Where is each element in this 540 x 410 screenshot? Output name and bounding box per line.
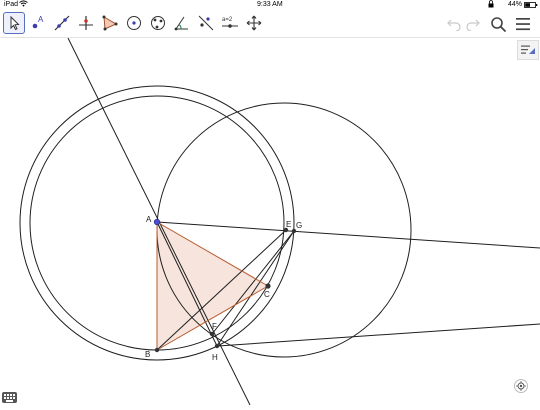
wifi-icon: [19, 0, 28, 9]
style-bar-icon: [521, 45, 535, 54]
lock-rotation-icon: [488, 0, 494, 10]
line-through-a-e[interactable]: [156, 221, 540, 249]
move-tool-button[interactable]: [3, 12, 25, 34]
move-graphics-view-tool-button[interactable]: [243, 12, 265, 34]
search-icon: [490, 16, 506, 32]
point-c[interactable]: [265, 283, 271, 289]
label-a: A: [146, 215, 152, 224]
status-bar: iPad 9:33 AM 44%: [0, 0, 540, 10]
line-through-h-right[interactable]: [217, 323, 540, 347]
angle-tool-icon: [174, 16, 188, 31]
redo-icon: [466, 19, 480, 31]
redo-button[interactable]: [464, 15, 482, 33]
line-tool-icon: [54, 15, 70, 31]
style-bar-toggle-button[interactable]: [517, 40, 539, 60]
point-tool-button[interactable]: A: [27, 12, 49, 34]
point-b[interactable]: [154, 347, 160, 353]
point-a[interactable]: [153, 218, 161, 226]
move-tool-icon: [10, 15, 20, 31]
svg-text:A: A: [38, 15, 44, 24]
point-h[interactable]: [214, 343, 220, 349]
device-name: iPad: [4, 1, 19, 8]
label-f: F: [212, 322, 217, 331]
graphics-view[interactable]: A B C E F G H: [0, 38, 540, 405]
battery-percent: 44%: [508, 1, 523, 8]
search-button[interactable]: [489, 15, 507, 33]
reflect-tool-button[interactable]: [195, 12, 217, 34]
geogebra-toolbar: A a=2: [0, 10, 540, 38]
label-h: H: [212, 353, 218, 362]
svg-text:a=2: a=2: [222, 17, 233, 23]
angle-tool-button[interactable]: [171, 12, 193, 34]
slider-tool-icon: a=2: [222, 17, 238, 28]
label-b: B: [145, 350, 150, 359]
perpendicular-line-tool-icon: [79, 16, 93, 30]
menu-button[interactable]: [514, 15, 532, 33]
menu-icon: [516, 18, 530, 31]
circle-three-points-tool-icon: [151, 16, 165, 30]
polygon-tool-button[interactable]: [99, 12, 121, 34]
battery-icon: [524, 2, 538, 10]
move-graphics-view-tool-icon: [246, 15, 262, 31]
perpendicular-line-tool-button[interactable]: [75, 12, 97, 34]
label-e: E: [286, 220, 291, 229]
point-tool-icon: A: [32, 15, 44, 29]
recenter-view-icon: [516, 381, 526, 391]
recenter-view-button[interactable]: [514, 379, 528, 393]
label-c: C: [264, 290, 270, 299]
slider-tool-button[interactable]: a=2: [218, 12, 242, 34]
keyboard-button[interactable]: [2, 392, 17, 403]
clock: 9:33 AM: [257, 1, 283, 8]
polygon-tool-icon: [102, 15, 118, 31]
point-f[interactable]: [209, 331, 215, 337]
undo-button[interactable]: [445, 15, 463, 33]
undo-icon: [447, 19, 461, 31]
line-tool-button[interactable]: [51, 12, 73, 34]
circle-center-point-tool-button[interactable]: [123, 12, 145, 34]
circle-center-point-tool-icon: [127, 16, 141, 30]
label-g: G: [296, 221, 302, 230]
circle-three-points-tool-button[interactable]: [147, 12, 169, 34]
reflect-tool-icon: [198, 15, 214, 31]
